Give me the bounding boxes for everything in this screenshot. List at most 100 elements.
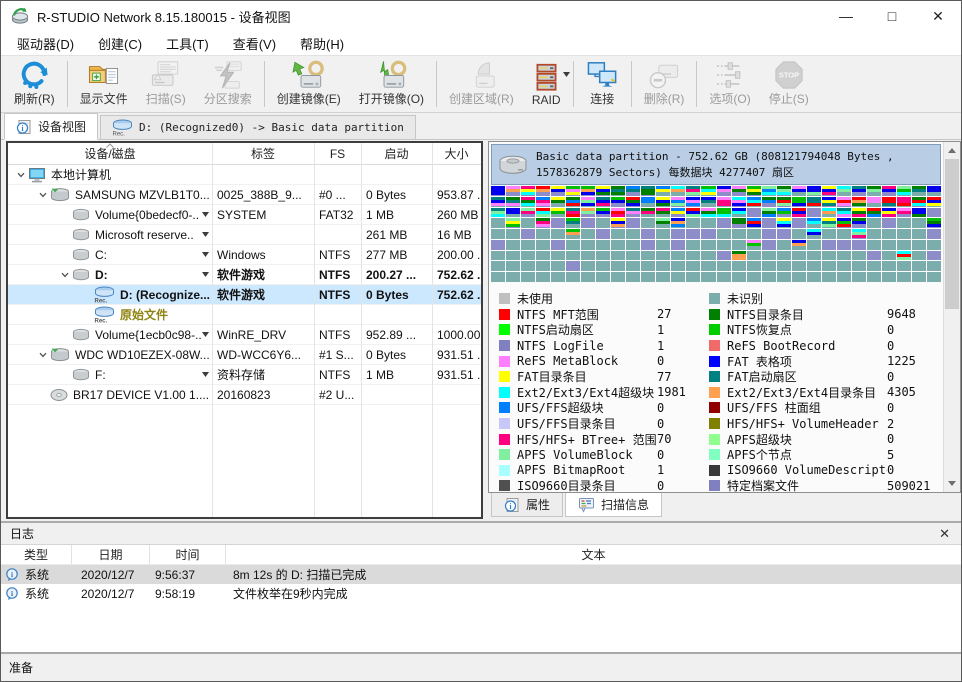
block-cell	[897, 197, 911, 207]
block-cell	[551, 197, 565, 207]
block-cell	[536, 261, 550, 271]
scrollbar-thumb[interactable]	[945, 159, 959, 309]
device-label-cell: Windows	[212, 245, 314, 264]
dropdown-icon[interactable]	[202, 232, 212, 237]
dropdown-icon[interactable]	[202, 272, 212, 277]
block-cell	[747, 240, 761, 250]
disk-icon	[50, 347, 70, 363]
dropdown-icon[interactable]	[202, 372, 212, 377]
toolbar-open-image-button[interactable]: 打开镜像(O)	[350, 57, 433, 111]
block-cell	[777, 240, 791, 250]
close-button[interactable]: ✕	[915, 1, 961, 31]
panel-tab-1[interactable]: 扫描信息	[565, 493, 662, 517]
raid-dropdown-icon[interactable]	[563, 72, 570, 77]
block-cell	[626, 186, 640, 196]
table-row[interactable]: 本地计算机	[8, 165, 481, 185]
toolbar-connect-button[interactable]: 连接	[577, 57, 628, 111]
table-row[interactable]: Volume{0bedecf0-..SYSTEMFAT321 MB260 MB	[8, 205, 481, 225]
block-cell	[521, 229, 535, 239]
block-cell	[807, 251, 821, 261]
menu-item-2[interactable]: 工具(T)	[154, 31, 221, 56]
chevron-down-icon[interactable]	[14, 170, 28, 180]
table-row[interactable]: C:WindowsNTFS277 MB200.00 ...	[8, 245, 481, 265]
scan-scrollbar[interactable]	[943, 142, 960, 492]
menu-item-0[interactable]: 驱动器(D)	[5, 31, 86, 56]
block-cell	[506, 229, 520, 239]
chevron-down-icon[interactable]	[58, 270, 72, 280]
view-tab-1[interactable]: Rec.D: (Recognized0) -> Basic data parti…	[100, 115, 416, 139]
scroll-down-icon[interactable]	[944, 475, 960, 492]
table-row[interactable]: Rec.D: (Recognize...软件游戏NTFS0 Bytes752.6…	[8, 285, 481, 305]
open-image-icon	[375, 60, 408, 90]
legend-swatch	[709, 465, 720, 476]
legend-item: 未使用	[499, 291, 709, 307]
toolbar-delete-button: 删除(R)	[635, 57, 694, 111]
toolbar-create-image-button[interactable]: 创建镜像(E)	[268, 57, 350, 111]
scroll-up-icon[interactable]	[944, 142, 960, 159]
menu-item-1[interactable]: 创建(C)	[86, 31, 154, 56]
device-label-cell: 0025_388B_9...	[212, 185, 314, 204]
block-cell	[656, 186, 670, 196]
table-row[interactable]: Rec.原始文件	[8, 305, 481, 325]
legend-label: 未使用	[517, 290, 657, 307]
block-cell	[626, 197, 640, 207]
legend-swatch	[709, 324, 720, 335]
table-row[interactable]: SAMSUNG MZVLB1T0...0025_388B_9...#0 ...0…	[8, 185, 481, 205]
legend-item: ISO9660目录条目0	[499, 478, 709, 492]
column-header-0[interactable]: 设备/磁盘	[8, 143, 212, 164]
toolbar-refresh-button[interactable]: 刷新(R)	[5, 57, 64, 111]
view-tab-0[interactable]: i设备视图	[4, 113, 98, 140]
log-column-header-3[interactable]: 文本	[226, 545, 961, 564]
log-close-icon[interactable]: ✕	[937, 526, 952, 542]
block-cell	[491, 251, 505, 261]
column-header-3[interactable]: 启动	[361, 143, 432, 164]
chevron-down-icon[interactable]	[36, 350, 50, 360]
table-row[interactable]: D:软件游戏NTFS200.27 ...752.62 ...	[8, 265, 481, 285]
block-cell	[641, 186, 655, 196]
block-cell	[536, 218, 550, 228]
table-row[interactable]: WDC WD10EZEX-08W...WD-WCC6Y6...#1 S...0 …	[8, 345, 481, 365]
table-row[interactable]: Volume{1ecb0c98-..WinRE_DRVNTFS952.89 ..…	[8, 325, 481, 345]
minimize-button[interactable]: —	[823, 1, 869, 31]
block-cell	[521, 261, 535, 271]
legend-item: HFS/HFS+ BTree+ 范围70	[499, 431, 709, 447]
table-row[interactable]: F:资料存储NTFS1 MB931.51 ...	[8, 365, 481, 385]
column-header-4[interactable]: 大小	[432, 143, 481, 164]
log-row[interactable]: i系统2020/12/79:56:378m 12s 的 D: 扫描已完成	[1, 565, 961, 584]
dropdown-icon[interactable]	[202, 332, 212, 337]
device-fs-cell: #2 U...	[314, 385, 361, 404]
menu-item-3[interactable]: 查看(V)	[221, 31, 288, 56]
block-cell	[566, 251, 580, 261]
chevron-down-icon[interactable]	[36, 190, 50, 200]
block-cell	[927, 261, 941, 271]
log-column-header-0[interactable]: 类型	[1, 545, 72, 564]
device-label-cell	[212, 165, 314, 184]
toolbar-show-files-button[interactable]: 显示文件	[71, 57, 137, 111]
log-column-header-1[interactable]: 日期	[72, 545, 150, 564]
toolbar-separator	[264, 61, 265, 107]
column-header-2[interactable]: FS	[314, 143, 361, 164]
dropdown-icon[interactable]	[202, 252, 212, 257]
menu-item-4[interactable]: 帮助(H)	[288, 31, 356, 56]
maximize-button[interactable]: □	[869, 1, 915, 31]
log-column-header-2[interactable]: 时间	[150, 545, 226, 564]
panel-tab-0[interactable]: i属性	[491, 493, 563, 517]
block-cell	[747, 186, 761, 196]
log-row[interactable]: i系统2020/12/79:58:19文件枚举在9秒内完成	[1, 584, 961, 603]
block-cell	[551, 251, 565, 261]
dropdown-icon[interactable]	[202, 212, 212, 217]
block-cell	[927, 251, 941, 261]
block-cell	[822, 240, 836, 250]
table-row[interactable]: Microsoft reserve..261 MB16 MB	[8, 225, 481, 245]
legend-item: NTFS恢复点0	[709, 322, 939, 338]
legend-count: 0	[887, 463, 939, 477]
toolbar-button-label: 分区搜索	[204, 90, 252, 107]
column-separator	[361, 143, 362, 517]
toolbar-raid-button[interactable]: RAID	[523, 57, 570, 111]
column-header-1[interactable]: 标签	[212, 143, 314, 164]
block-cell	[852, 208, 866, 218]
toolbar-button-label: 选项(O)	[709, 90, 750, 107]
table-row[interactable]: BR17 DEVICE V1.00 1....20160823#2 U...	[8, 385, 481, 405]
create-region-icon	[465, 60, 497, 90]
block-cell	[566, 208, 580, 218]
